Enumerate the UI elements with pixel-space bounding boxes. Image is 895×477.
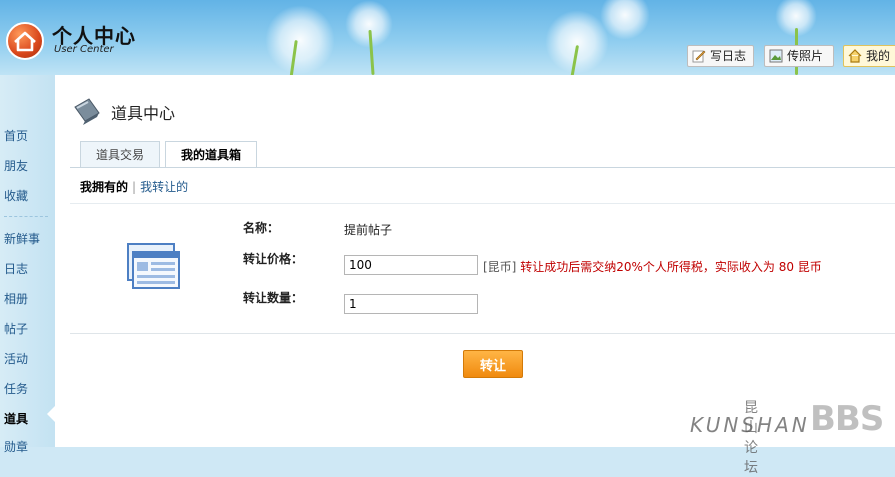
- bucket-icon: [71, 95, 101, 125]
- dandelion-decoration: [265, 5, 335, 75]
- tabs-divider: [70, 167, 895, 168]
- sidebar-item-posts[interactable]: 帖子: [4, 320, 28, 337]
- quantity-label: 转让数量：: [243, 291, 304, 305]
- name-value: 提前帖子: [344, 223, 393, 237]
- name-label: 名称：: [243, 221, 280, 235]
- tab-my-box[interactable]: 我的道具箱: [165, 141, 258, 168]
- sidebar-item-feed[interactable]: 新鲜事: [4, 230, 40, 247]
- my-home-button[interactable]: 我的: [843, 45, 895, 67]
- write-blog-button[interactable]: 写日志: [687, 45, 754, 67]
- sidebar-item-tasks[interactable]: 任务: [4, 380, 28, 397]
- price-input[interactable]: [344, 255, 478, 275]
- subnav-transferred-link[interactable]: 我转让的: [140, 180, 188, 194]
- sidebar-divider: [4, 216, 48, 217]
- watermark-bbs: BBS: [810, 399, 884, 439]
- logo-subtitle: User Center: [54, 44, 114, 55]
- quantity-input[interactable]: [344, 294, 478, 314]
- sidebar-item-friends[interactable]: 朋友: [4, 157, 28, 174]
- dandelion-decoration: [545, 10, 609, 74]
- subnav-owned[interactable]: 我拥有的: [80, 180, 128, 194]
- my-home-label: 我的: [866, 49, 891, 63]
- current-item-pointer: [47, 406, 55, 422]
- item-card-icon: [127, 243, 181, 291]
- upload-photo-label: 传照片: [787, 49, 824, 63]
- home-logo-icon[interactable]: [6, 22, 44, 60]
- tab-trade[interactable]: 道具交易: [80, 141, 161, 167]
- sidebar-item-events[interactable]: 活动: [4, 350, 28, 367]
- pencil-icon: [692, 49, 706, 63]
- photo-icon: [769, 49, 783, 63]
- form-divider: [70, 333, 895, 334]
- watermark-cn: 昆山论坛: [744, 400, 758, 476]
- subnav: 我拥有的 | 我转让的: [80, 178, 188, 195]
- sidebar-item-album[interactable]: 相册: [4, 290, 28, 307]
- price-note: [昆币] 转让成功后需交纳20%个人所得税，实际收入为 80 昆币: [483, 258, 822, 275]
- subnav-separator: |: [132, 180, 137, 194]
- home-icon: [848, 49, 862, 63]
- main-panel: 道具中心 道具交易 我的道具箱 我拥有的 | 我转让的 名称： 提前帖子 转让价格：…: [55, 75, 895, 447]
- tax-warning: 转让成功后需交纳20%个人所得税，实际收入为 80 昆币: [520, 260, 822, 274]
- subnav-divider: [70, 203, 895, 204]
- watermark-main: KUNSHAN: [690, 413, 810, 437]
- header: 个人中心 User Center 写日志 传照片 我的: [0, 0, 895, 75]
- upload-photo-button[interactable]: 传照片: [764, 45, 834, 67]
- sidebar-item-favorites[interactable]: 收藏: [4, 187, 28, 204]
- sidebar-item-props[interactable]: 道具: [4, 410, 28, 427]
- sidebar-item-home[interactable]: 首页: [4, 127, 28, 144]
- sidebar-item-blog[interactable]: 日志: [4, 260, 28, 277]
- transfer-button[interactable]: 转让: [463, 350, 523, 378]
- sidebar: 首页 朋友 收藏 新鲜事 日志 相册 帖子 活动 任务 道具 勋章: [0, 75, 55, 454]
- write-blog-label: 写日志: [710, 49, 747, 63]
- page-title: 道具中心: [111, 104, 176, 123]
- price-unit: [昆币]: [483, 260, 517, 274]
- price-label: 转让价格：: [243, 252, 304, 266]
